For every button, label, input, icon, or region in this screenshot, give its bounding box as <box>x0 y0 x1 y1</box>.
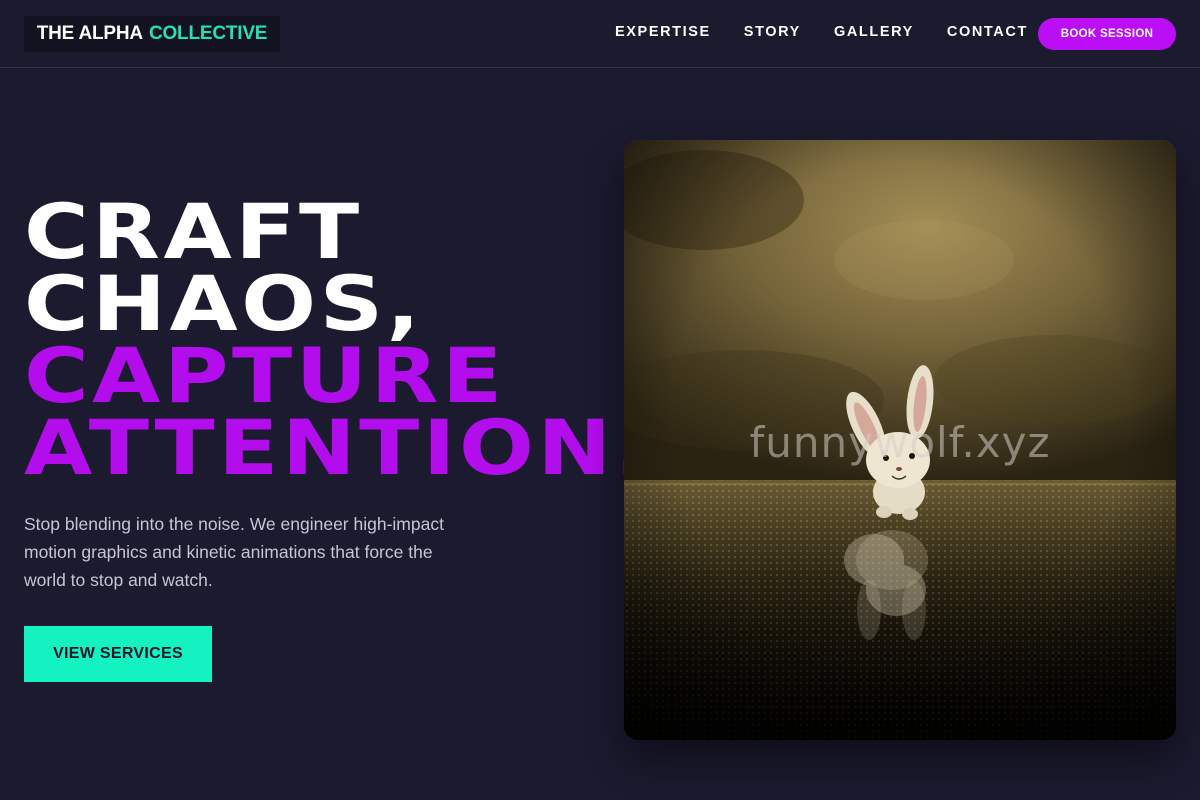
main-nav: EXPERTISE STORY GALLERY CONTACT <box>615 22 1028 42</box>
headline-line-1: CRAFT <box>24 187 363 276</box>
nav-link-contact[interactable]: CONTACT <box>947 22 1028 42</box>
headline-line-3: CAPTURE <box>24 331 506 420</box>
nav-link-expertise[interactable]: EXPERTISE <box>615 22 711 42</box>
logo-text-accent: COLLECTIVE <box>148 23 268 44</box>
headline-line-2: CHAOS, <box>24 259 424 348</box>
view-services-button[interactable]: VIEW SERVICES <box>24 626 212 682</box>
hero-image: funnywolf.xyz <box>624 140 1176 740</box>
nav-link-story[interactable]: STORY <box>744 22 801 42</box>
hero-lead-text: Stop blending into the noise. We enginee… <box>24 514 444 590</box>
logo-text-primary: THE ALPHA <box>36 23 143 44</box>
logo[interactable]: THE ALPHA COLLECTIVE <box>24 16 280 52</box>
bunny-toy-illustration <box>624 140 1176 740</box>
headline-line-4: ATTENTION. <box>24 403 652 492</box>
book-session-button[interactable]: BOOK SESSION <box>1038 18 1176 50</box>
hero-headline: CRAFT CHAOS, CAPTURE ATTENTION. <box>24 187 652 492</box>
site-header: THE ALPHA COLLECTIVE EXPERTISE STORY GAL… <box>0 0 1200 68</box>
nav-link-gallery[interactable]: GALLERY <box>834 22 914 42</box>
